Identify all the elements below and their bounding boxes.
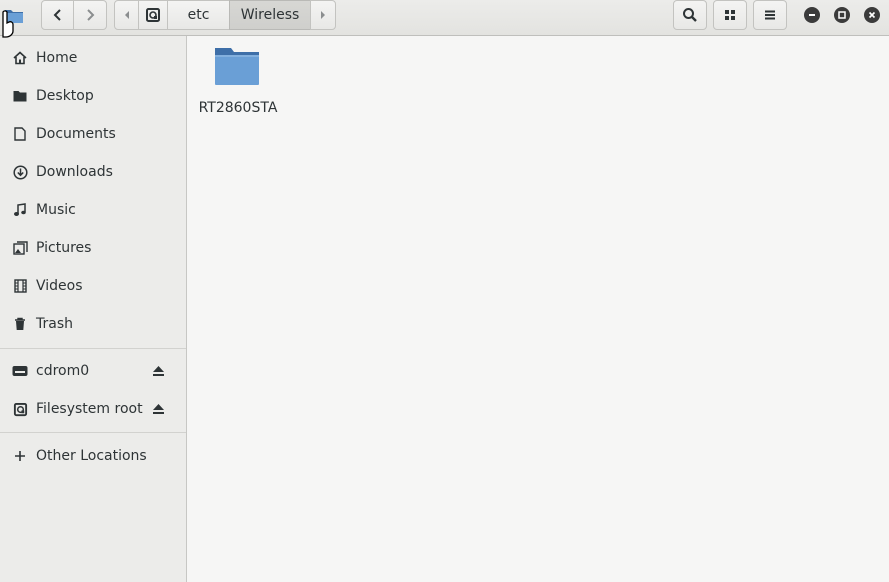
sidebar-item-filesystem-root[interactable]: Filesystem root	[0, 390, 186, 428]
path-scroll-left-button[interactable]	[114, 0, 139, 30]
sidebar-item-documents[interactable]: Documents	[0, 115, 186, 153]
sidebar-item-label: Other Locations	[36, 448, 147, 464]
trash-icon	[12, 316, 28, 332]
search-icon	[683, 8, 697, 22]
chevron-right-icon	[87, 9, 95, 21]
sidebar: Home Desktop Documents Downloads Music P…	[0, 36, 187, 582]
sidebar-item-label: Filesystem root	[36, 401, 143, 417]
disk-icon	[12, 401, 28, 417]
path-root-button[interactable]	[138, 0, 168, 30]
download-icon	[12, 164, 28, 180]
back-button[interactable]	[41, 0, 74, 30]
sidebar-item-home[interactable]: Home	[0, 39, 186, 77]
sidebar-item-label: Downloads	[36, 164, 113, 180]
sidebar-separator	[0, 348, 186, 349]
view-toggle-button[interactable]	[713, 0, 747, 30]
path-segment-wireless[interactable]: Wireless	[229, 0, 311, 30]
home-icon	[12, 50, 28, 66]
triangle-right-icon	[321, 11, 325, 19]
music-icon	[12, 202, 28, 218]
sidebar-item-label: Pictures	[36, 240, 92, 256]
sidebar-item-trash[interactable]: Trash	[0, 305, 186, 343]
grid-view-icon	[725, 10, 735, 20]
film-icon	[12, 278, 28, 294]
sidebar-separator	[0, 432, 186, 433]
file-view[interactable]: RT2860STA	[187, 36, 889, 582]
close-icon	[868, 11, 876, 19]
sidebar-item-label: Home	[36, 50, 78, 66]
folder-icon	[215, 48, 259, 85]
eject-icon[interactable]	[150, 363, 166, 379]
sidebar-item-videos[interactable]: Videos	[0, 267, 186, 305]
sidebar-item-label: Trash	[36, 316, 73, 332]
header-bar: etc Wireless	[0, 0, 889, 36]
search-button[interactable]	[673, 0, 707, 30]
path-bar: etc Wireless	[114, 0, 336, 30]
navigation-buttons	[41, 0, 107, 30]
picture-icon	[12, 240, 28, 256]
minimize-button[interactable]	[804, 7, 820, 23]
sidebar-item-label: Videos	[36, 278, 83, 294]
sidebar-item-label: Desktop	[36, 88, 94, 104]
sidebar-item-label: Documents	[36, 126, 116, 142]
sidebar-item-label: Music	[36, 202, 76, 218]
close-button[interactable]	[864, 7, 880, 23]
hand-cursor-icon	[2, 10, 14, 38]
plus-icon	[12, 448, 28, 464]
sidebar-item-other-locations[interactable]: Other Locations	[0, 437, 186, 475]
hamburger-menu-icon	[765, 10, 775, 20]
sidebar-item-music[interactable]: Music	[0, 191, 186, 229]
folder-icon	[12, 88, 28, 104]
maximize-button[interactable]	[834, 7, 850, 23]
maximize-icon	[838, 11, 846, 19]
drive-icon	[12, 363, 28, 379]
triangle-left-icon	[124, 11, 129, 19]
sidebar-item-pictures[interactable]: Pictures	[0, 229, 186, 267]
folder-name: RT2860STA	[198, 100, 278, 116]
eject-icon[interactable]	[150, 401, 166, 417]
disk-icon	[146, 8, 160, 22]
sidebar-item-cdrom0[interactable]: cdrom0	[0, 352, 186, 390]
path-scroll-right-button[interactable]	[310, 0, 336, 30]
sidebar-item-label: cdrom0	[36, 363, 90, 379]
forward-button[interactable]	[73, 0, 107, 30]
sidebar-item-downloads[interactable]: Downloads	[0, 153, 186, 191]
minimize-icon	[809, 14, 815, 16]
sidebar-item-desktop[interactable]: Desktop	[0, 77, 186, 115]
document-icon	[12, 126, 28, 142]
menu-button[interactable]	[753, 0, 787, 30]
path-segment-etc[interactable]: etc	[167, 0, 230, 30]
folder-item[interactable]: RT2860STA	[197, 44, 279, 116]
chevron-left-icon	[53, 9, 61, 21]
